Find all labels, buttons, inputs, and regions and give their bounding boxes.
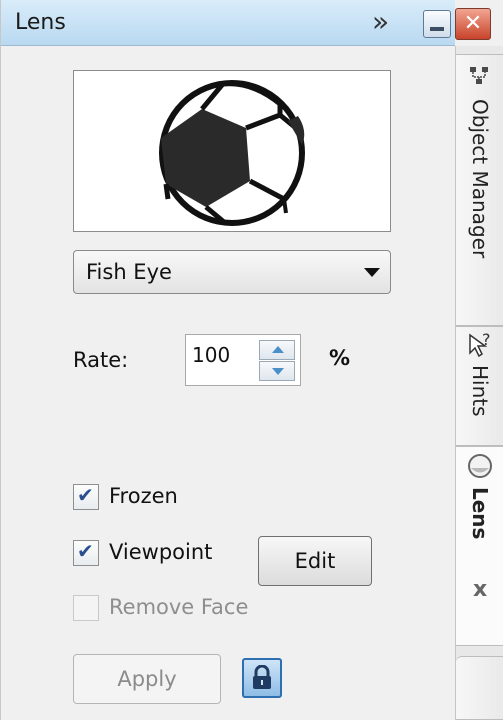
edit-viewpoint-button[interactable]: Edit — [258, 536, 372, 586]
docker-titlebar: Lens » — [1, 0, 455, 46]
lens-docker-window: Lens » ✕ Fish Eye Rate: 100 % Frozen Vie… — [0, 0, 503, 720]
lock-icon — [253, 665, 271, 689]
lens-type-dropdown[interactable]: Fish Eye — [73, 250, 391, 294]
close-tab-icon[interactable]: x — [473, 577, 487, 602]
arrow-down-icon — [272, 368, 284, 375]
collapse-docker-icon[interactable]: » — [372, 6, 389, 38]
close-icon: ✕ — [463, 11, 483, 36]
tab-placeholder — [456, 656, 503, 720]
frozen-label[interactable]: Frozen — [109, 484, 178, 508]
rate-input[interactable]: 100 — [192, 343, 230, 367]
rate-unit: % — [329, 346, 351, 370]
viewpoint-checkbox[interactable] — [73, 539, 99, 566]
rate-stepper[interactable]: 100 — [185, 334, 301, 386]
tab-object-manager[interactable]: Object Manager — [456, 54, 503, 326]
docker-tab-strip: Object Manager ? Hints Lens x — [455, 46, 503, 720]
rate-decrease-button[interactable] — [259, 361, 295, 381]
lens-preview — [73, 70, 391, 232]
lens-icon — [468, 454, 492, 478]
soccer-ball-preview-icon — [159, 80, 305, 226]
remove-face-checkbox — [73, 595, 99, 621]
lock-button[interactable] — [242, 658, 282, 698]
object-manager-icon — [470, 67, 488, 84]
viewpoint-label[interactable]: Viewpoint — [109, 540, 212, 564]
close-button[interactable]: ✕ — [455, 8, 491, 40]
tab-hints[interactable]: ? Hints — [456, 326, 503, 446]
lens-type-value: Fish Eye — [86, 260, 172, 284]
tab-hints-label: Hints — [468, 365, 492, 417]
arrow-up-icon — [272, 346, 284, 353]
svg-text:?: ? — [482, 331, 491, 349]
apply-button: Apply — [73, 654, 221, 704]
tab-lens[interactable]: Lens x — [456, 446, 503, 646]
tab-lens-label: Lens — [468, 487, 492, 540]
chevron-down-icon — [364, 268, 380, 277]
hints-icon: ? — [469, 331, 491, 358]
frozen-checkbox[interactable] — [73, 483, 99, 510]
tab-object-manager-label: Object Manager — [468, 99, 492, 259]
remove-face-label: Remove Face — [109, 595, 249, 619]
docker-title: Lens — [15, 10, 66, 35]
rate-increase-button[interactable] — [259, 340, 295, 360]
rate-label: Rate: — [73, 348, 129, 372]
minimize-button[interactable] — [423, 10, 451, 38]
